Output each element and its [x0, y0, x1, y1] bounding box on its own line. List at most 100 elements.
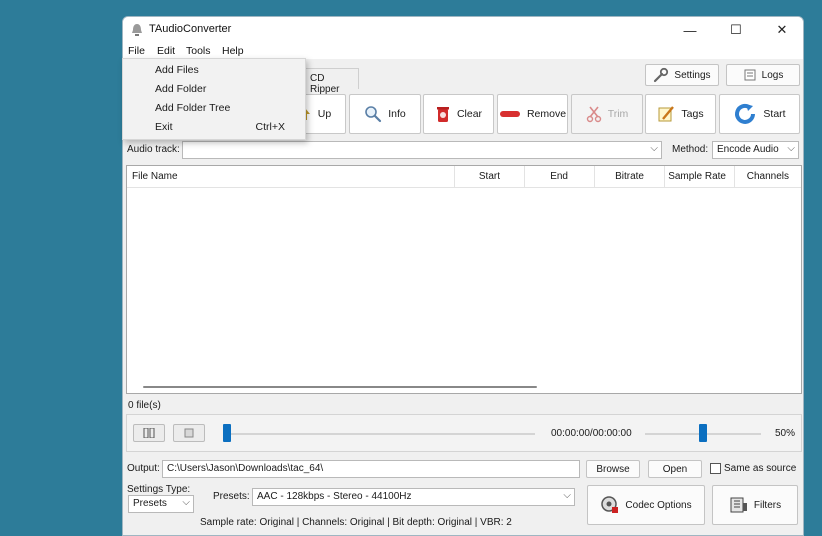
- refresh-start-icon: [735, 103, 756, 124]
- tags-button[interactable]: Tags: [645, 94, 716, 134]
- clear-button[interactable]: Clear: [423, 94, 494, 134]
- codec-options-label: Codec Options: [625, 499, 692, 511]
- horizontal-scrollbar[interactable]: [127, 381, 801, 393]
- minimize-icon: —: [683, 22, 697, 38]
- open-button[interactable]: Open: [648, 460, 702, 478]
- codec-icon: [601, 496, 619, 513]
- position-slider-thumb[interactable]: [223, 424, 231, 442]
- wrench-icon: [654, 67, 669, 83]
- column-sample-rate[interactable]: Sample Rate: [665, 166, 735, 188]
- menu-help[interactable]: Help: [222, 45, 244, 57]
- menu-tools[interactable]: Tools: [186, 45, 211, 57]
- player-panel: 00:00:00/00:00:00 50%: [126, 414, 802, 452]
- open-label: Open: [662, 463, 688, 475]
- pause-icon: [143, 428, 155, 438]
- trim-button[interactable]: Trim: [571, 94, 643, 134]
- chevron-down-icon: ⌵: [787, 143, 795, 154]
- browse-button[interactable]: Browse: [586, 460, 640, 478]
- scissors-icon: [586, 106, 601, 123]
- info-label: Info: [388, 108, 406, 120]
- volume-readout: 50%: [775, 428, 796, 439]
- output-label: Output:: [127, 463, 160, 474]
- column-start[interactable]: Start: [455, 166, 525, 188]
- pencil-note-icon: [658, 106, 675, 122]
- method-value: Encode Audio: [717, 144, 779, 155]
- settings-label: Settings: [674, 69, 711, 81]
- info-button[interactable]: Info: [349, 94, 421, 134]
- clear-label: Clear: [456, 108, 483, 120]
- codec-options-button[interactable]: Codec Options: [587, 485, 705, 525]
- chevron-down-icon: ⌵: [182, 497, 190, 508]
- column-end[interactable]: End: [525, 166, 595, 188]
- audio-track-label: Audio track:: [127, 144, 180, 155]
- presets-label: Presets:: [213, 491, 250, 502]
- file-count: 0 file(s): [128, 400, 161, 411]
- tab-cd-ripper-label: CD Ripper: [310, 73, 340, 95]
- filters-button[interactable]: Filters: [712, 485, 798, 525]
- settings-type-select[interactable]: Presets ⌵: [128, 495, 194, 513]
- chevron-down-icon: ⌵: [563, 490, 571, 501]
- menu-item-add-folder-label: Add Folder: [155, 83, 207, 95]
- same-as-source-label: Same as source: [724, 463, 797, 474]
- trash-icon: [436, 107, 449, 122]
- menu-item-add-folder[interactable]: Add Folder: [123, 80, 305, 99]
- menu-file[interactable]: File: [128, 45, 145, 57]
- magnifier-icon: [365, 106, 382, 123]
- menu-item-add-files[interactable]: Add Files: [123, 61, 305, 80]
- menu-item-exit-shortcut: Ctrl+X: [255, 121, 285, 133]
- column-bitrate[interactable]: Bitrate: [595, 166, 665, 188]
- up-label: Up: [317, 108, 332, 120]
- output-path-field[interactable]: C:\Users\Jason\Downloads\tac_64\: [162, 460, 580, 478]
- method-select[interactable]: Encode Audio ⌵: [712, 141, 799, 159]
- volume-slider-thumb[interactable]: [699, 424, 707, 442]
- remove-bar-icon: [499, 111, 520, 117]
- pause-button[interactable]: [133, 424, 165, 442]
- maximize-button[interactable]: ☐: [713, 17, 759, 43]
- settings-type-value: Presets: [133, 498, 167, 509]
- browse-label: Browse: [596, 463, 630, 475]
- same-as-source-checkbox[interactable]: [710, 463, 721, 474]
- window-title: TAudioConverter: [149, 23, 232, 35]
- horizontal-scrollbar-thumb[interactable]: [143, 386, 537, 388]
- logs-button[interactable]: Logs: [726, 64, 800, 86]
- file-list[interactable]: File Name Start End Bitrate Sample Rate …: [126, 165, 802, 394]
- menu-item-add-files-label: Add Files: [155, 64, 199, 76]
- menu-item-add-folder-tree[interactable]: Add Folder Tree: [123, 99, 305, 118]
- status-line: Sample rate: Original | Channels: Origin…: [200, 517, 512, 528]
- presets-select[interactable]: AAC - 128kbps - Stereo - 44100Hz ⌵: [252, 488, 575, 506]
- column-file-name-label: File Name: [132, 171, 178, 182]
- stop-icon: [184, 428, 194, 438]
- minimize-button[interactable]: —: [667, 17, 713, 43]
- trim-label: Trim: [607, 108, 629, 120]
- column-start-label: Start: [478, 171, 500, 182]
- filters-label: Filters: [753, 499, 782, 511]
- presets-value: AAC - 128kbps - Stereo - 44100Hz: [257, 491, 412, 502]
- output-path-value: C:\Users\Jason\Downloads\tac_64\: [167, 463, 324, 474]
- close-icon: ✕: [776, 22, 788, 37]
- settings-type-label: Settings Type:: [127, 484, 191, 495]
- start-button[interactable]: Start: [719, 94, 800, 134]
- menu-edit[interactable]: Edit: [157, 45, 175, 57]
- tab-cd-ripper[interactable]: CD Ripper: [303, 68, 359, 95]
- close-button[interactable]: ✕: [759, 17, 803, 43]
- remove-button[interactable]: Remove: [497, 94, 568, 134]
- column-channels[interactable]: Channels: [735, 166, 801, 188]
- tags-label: Tags: [681, 108, 704, 120]
- file-menu-dropdown: Add Files Add Folder Add Folder Tree Exi…: [122, 58, 306, 140]
- time-readout: 00:00:00/00:00:00: [551, 428, 632, 439]
- stop-button[interactable]: [173, 424, 205, 442]
- column-end-label: End: [550, 171, 568, 182]
- method-label: Method:: [672, 144, 709, 155]
- maximize-icon: ☐: [730, 22, 742, 37]
- title-bar: TAudioConverter — ☐ ✕: [123, 17, 803, 43]
- menu-item-exit[interactable]: Exit Ctrl+X: [123, 118, 305, 137]
- column-channels-label: Channels: [746, 171, 789, 182]
- remove-label: Remove: [526, 108, 567, 120]
- start-label: Start: [763, 108, 786, 120]
- position-slider[interactable]: [223, 433, 535, 435]
- app-bell-icon: [132, 24, 142, 36]
- audio-track-select[interactable]: ⌵: [182, 141, 662, 159]
- chevron-down-icon: ⌵: [650, 143, 658, 154]
- column-file-name[interactable]: File Name: [127, 166, 455, 188]
- settings-button[interactable]: Settings: [645, 64, 719, 86]
